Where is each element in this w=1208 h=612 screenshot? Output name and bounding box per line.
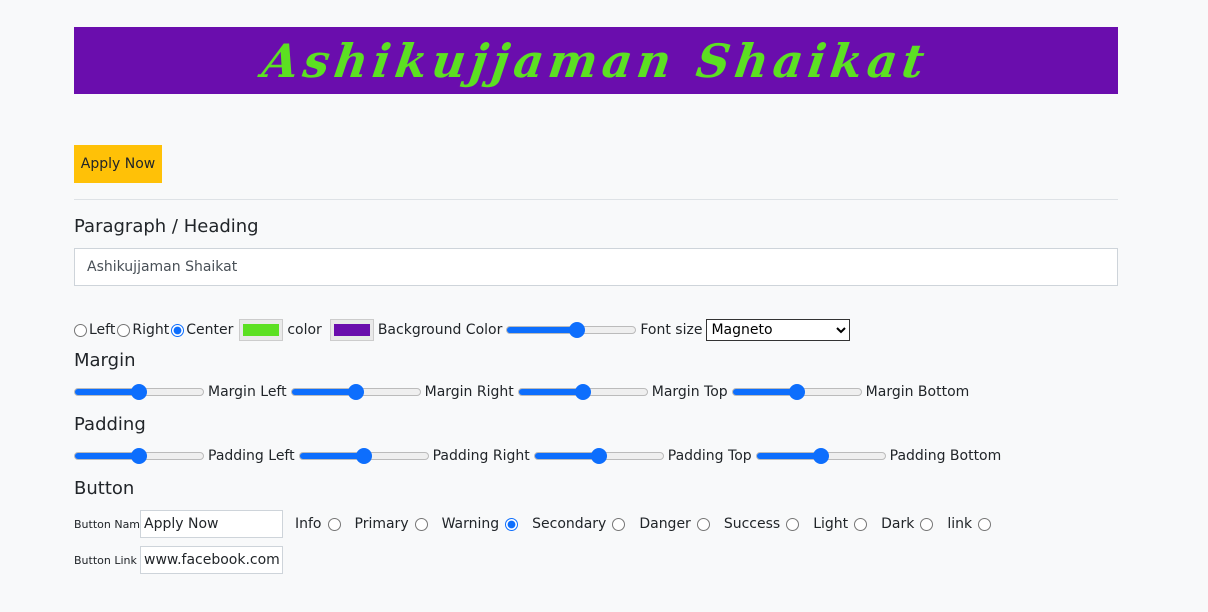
- button-style-radio-warning[interactable]: [505, 517, 519, 531]
- align-left-label: Left: [89, 322, 116, 338]
- button-style-radio-dark[interactable]: [920, 517, 934, 531]
- button-style-option: Success: [724, 516, 801, 532]
- button-style-option: Dark: [881, 516, 935, 532]
- button-style-option: Secondary: [532, 516, 627, 532]
- button-style-radio-link[interactable]: [978, 517, 992, 531]
- padding-top-label: Padding Top: [667, 448, 752, 464]
- margin-row: Margin Left Margin Right Margin Top Marg…: [74, 383, 969, 401]
- margin-right-slider[interactable]: [290, 383, 421, 401]
- button-style-option: Info: [295, 516, 343, 532]
- padding-top-slider[interactable]: [533, 447, 664, 465]
- margin-right-label: Margin Right: [424, 384, 514, 400]
- button-style-radio-success[interactable]: [786, 517, 800, 531]
- button-style-option-label: Secondary: [532, 516, 607, 532]
- button-style-option: Primary: [355, 516, 430, 532]
- button-style-option-label: Warning: [441, 516, 500, 532]
- font-family-select[interactable]: Magneto: [706, 319, 851, 341]
- button-link-label: Button Link: [74, 553, 137, 567]
- align-center-radio[interactable]: [171, 323, 185, 337]
- button-heading: Button: [74, 478, 135, 499]
- style-row: Left Right Center color Background Color…: [74, 319, 851, 341]
- font-size-slider[interactable]: [506, 321, 637, 339]
- background-color-label: Background Color: [377, 322, 503, 338]
- button-name-row: Button Name Info Primary Warning Secondary D…: [74, 510, 1005, 538]
- font-size-label: Font size: [640, 322, 703, 338]
- padding-heading: Padding: [74, 414, 146, 435]
- padding-bottom-label: Padding Bottom: [889, 448, 1002, 464]
- button-style-option-label: Light: [813, 516, 849, 532]
- button-style-option: Light: [813, 516, 869, 532]
- margin-heading: Margin: [74, 350, 136, 371]
- button-style-option: Danger: [639, 516, 712, 532]
- preview-banner: Ashikujjaman Shaikat: [74, 27, 1118, 94]
- align-center-label: Center: [186, 322, 234, 338]
- button-style-radio-info[interactable]: [327, 517, 341, 531]
- button-style-radio-secondary[interactable]: [612, 517, 626, 531]
- button-style-option-label: link: [947, 516, 973, 532]
- background-color-picker[interactable]: [329, 319, 374, 341]
- padding-left-slider[interactable]: [74, 447, 204, 465]
- margin-top-label: Margin Top: [651, 384, 728, 400]
- button-style-option: Warning: [442, 516, 521, 532]
- padding-right-slider[interactable]: [298, 447, 429, 465]
- padding-right-label: Padding Right: [432, 448, 530, 464]
- banner-heading: Ashikujjaman Shaikat: [259, 33, 933, 88]
- text-color-label: color: [287, 322, 322, 338]
- paragraph-heading-label: Paragraph / Heading: [74, 216, 259, 237]
- margin-bottom-slider[interactable]: [731, 383, 862, 401]
- button-style-option-label: Primary: [354, 516, 409, 532]
- button-name-input[interactable]: [140, 510, 283, 538]
- margin-left-label: Margin Left: [208, 384, 287, 400]
- text-color-swatch: [243, 324, 280, 336]
- button-style-options: Info Primary Warning Secondary Danger Success…: [295, 516, 1005, 532]
- button-style-option-label: Dark: [881, 516, 915, 532]
- margin-left-slider[interactable]: [74, 383, 204, 401]
- background-color-swatch: [333, 324, 370, 336]
- apply-now-button[interactable]: Apply Now: [74, 145, 162, 183]
- button-style-option: link: [947, 516, 993, 532]
- button-style-radio-danger[interactable]: [696, 517, 710, 531]
- margin-top-slider[interactable]: [517, 383, 648, 401]
- padding-left-label: Padding Left: [208, 448, 295, 464]
- button-name-label: Button Name: [74, 517, 147, 531]
- text-color-picker[interactable]: [239, 319, 284, 341]
- margin-bottom-label: Margin Bottom: [865, 384, 970, 400]
- button-style-radio-primary[interactable]: [414, 517, 428, 531]
- align-right-label: Right: [132, 322, 170, 338]
- align-left-radio[interactable]: [74, 323, 87, 337]
- align-right-radio[interactable]: [117, 323, 131, 337]
- button-style-option-label: Danger: [639, 516, 691, 532]
- paragraph-text-input[interactable]: [74, 248, 1118, 286]
- button-link-row: Button Link: [74, 546, 283, 574]
- button-link-input[interactable]: [140, 546, 283, 574]
- divider: [74, 199, 1118, 200]
- button-style-option-label: Info: [295, 516, 322, 532]
- button-style-radio-light[interactable]: [854, 517, 868, 531]
- padding-bottom-slider[interactable]: [755, 447, 886, 465]
- button-style-option-label: Success: [723, 516, 781, 532]
- padding-row: Padding Left Padding Right Padding Top P…: [74, 447, 1001, 465]
